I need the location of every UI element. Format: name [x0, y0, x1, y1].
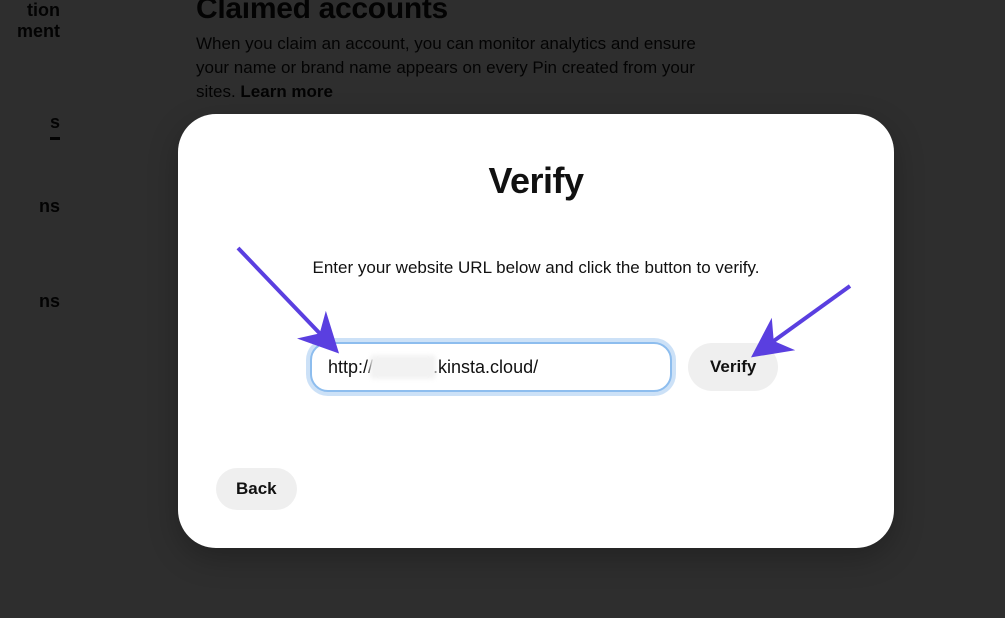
back-button[interactable]: Back	[216, 468, 297, 510]
verify-button[interactable]: Verify	[688, 343, 778, 391]
modal-description: Enter your website URL below and click t…	[178, 258, 894, 278]
modal-title: Verify	[178, 160, 894, 202]
url-input-container[interactable]	[310, 342, 672, 392]
website-url-input[interactable]	[326, 356, 656, 379]
verify-modal: Verify Enter your website URL below and …	[178, 114, 894, 548]
